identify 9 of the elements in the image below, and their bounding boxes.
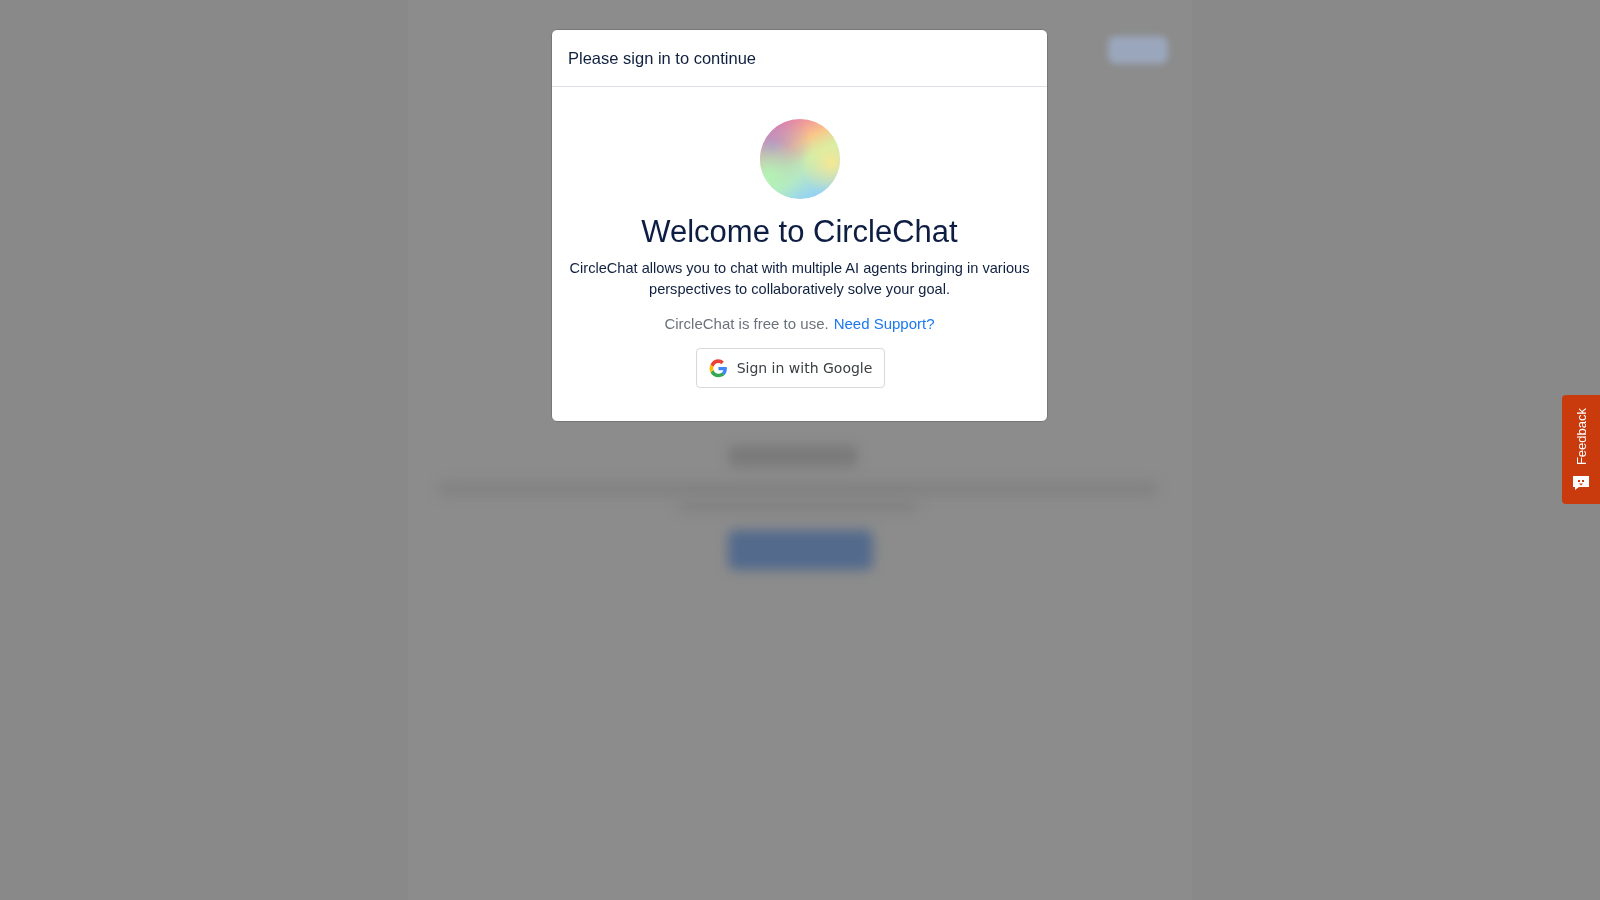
- chat-face-icon: [1572, 475, 1590, 492]
- free-note: CircleChat is free to use.: [664, 315, 829, 333]
- google-sign-in-button[interactable]: Sign in with Google: [695, 348, 886, 389]
- feedback-tab[interactable]: Feedback: [1562, 395, 1600, 504]
- description-text: CircleChat allows you to chat with multiple AI agents bringing in various perspectives to collaboratively solve your goal.: [568, 259, 1031, 300]
- google-g-icon: [708, 358, 728, 378]
- support-link[interactable]: Need Support?: [833, 315, 935, 333]
- dialog-title: Please sign in to continue: [568, 48, 757, 68]
- welcome-heading: Welcome to CircleChat: [641, 213, 958, 251]
